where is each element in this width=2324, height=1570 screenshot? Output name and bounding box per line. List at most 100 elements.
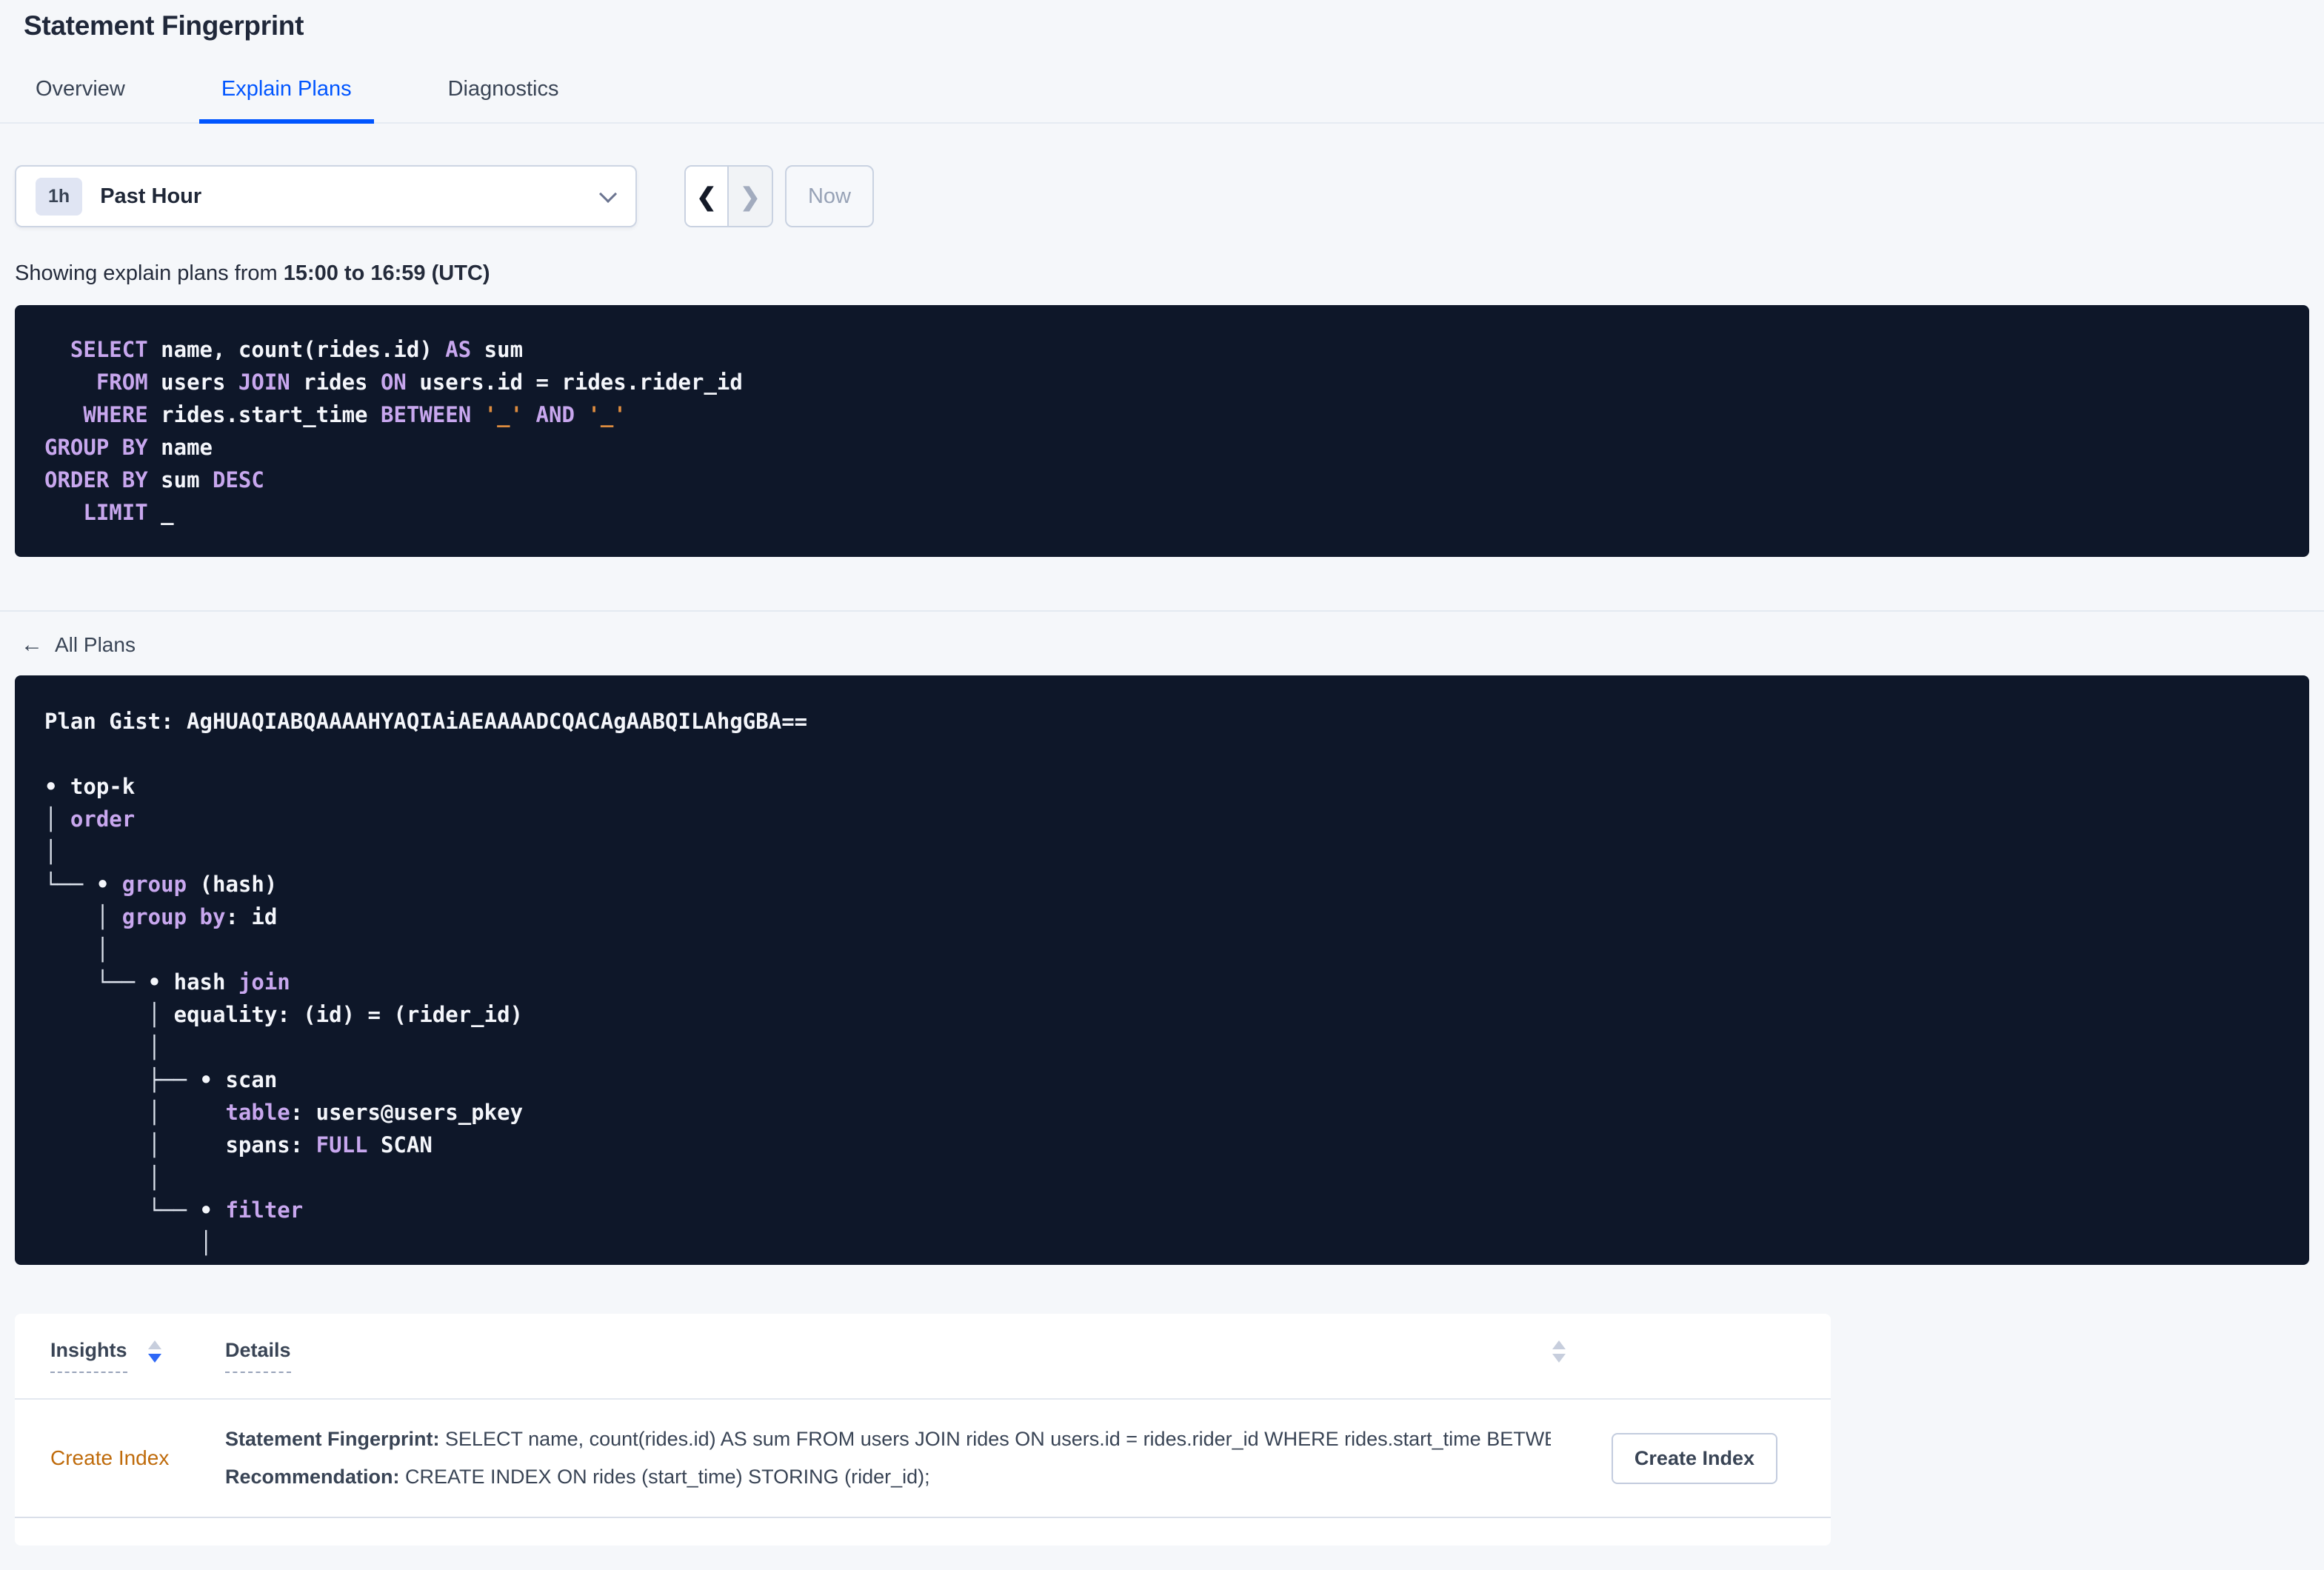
code-line: WHERE rides.start_time BETWEEN '_' AND '… <box>44 398 2280 431</box>
all-plans-label: All Plans <box>55 633 136 656</box>
time-range-badge: 1h <box>36 177 83 216</box>
code-line: Plan Gist: AgHUAQIABQAAAAHYAQIAiAEAAAADC… <box>44 705 2280 738</box>
code-token: • <box>96 872 122 897</box>
code-token: ORDER BY <box>44 467 148 492</box>
sql-statement-block: SELECT name, count(rides.id) AS sum FROM… <box>15 305 2309 557</box>
code-token: DESC <box>213 467 264 492</box>
tab-diagnostics[interactable]: Diagnostics <box>426 73 581 122</box>
table-row: Create Index Statement Fingerprint: SELE… <box>15 1400 1831 1518</box>
create-index-link[interactable]: Create Index <box>50 1446 169 1469</box>
create-index-button[interactable]: Create Index <box>1611 1432 1777 1484</box>
sort-icon[interactable] <box>1552 1340 1566 1363</box>
code-token: name <box>147 435 213 460</box>
statement-fingerprint-line: Statement Fingerprint: SELECT name, coun… <box>225 1420 1551 1458</box>
code-token: • top-k <box>44 774 136 799</box>
code-token: : users@users_pkey <box>290 1100 524 1125</box>
chevron-down-icon <box>599 184 618 203</box>
fingerprint-text: SELECT name, count(rides.id) AS sum FROM… <box>445 1428 1551 1450</box>
now-button[interactable]: Now <box>785 165 874 227</box>
code-token: └── <box>147 1197 200 1223</box>
code-token: rides <box>290 370 381 395</box>
code-token: JOIN <box>238 370 290 395</box>
tab-explain-plans[interactable]: Explain Plans <box>198 73 374 124</box>
code-token: │ <box>44 839 58 864</box>
insights-column-header[interactable]: Insights <box>50 1339 127 1373</box>
code-token: │ <box>147 1035 161 1060</box>
code-token: FULL <box>315 1132 368 1158</box>
code-token: │ <box>147 1165 161 1190</box>
code-token: WHERE <box>83 402 148 427</box>
tab-bar: Overview Explain Plans Diagnostics <box>0 73 2324 124</box>
code-token: │ <box>199 1230 213 1255</box>
code-token: '_' <box>484 402 524 427</box>
code-token: order <box>70 806 136 832</box>
code-token: AS <box>445 337 472 362</box>
code-token: group by <box>121 904 226 929</box>
plan-gist-block: Plan Gist: AgHUAQIABQAAAAHYAQIAiAEAAAADC… <box>15 675 2309 1265</box>
code-token: AND <box>535 402 575 427</box>
code-line: │ <box>44 1031 2280 1063</box>
code-line: └── • group (hash) <box>44 868 2280 901</box>
code-line: │ <box>44 1161 2280 1194</box>
code-token: users.id = rides.rider_id <box>406 370 743 395</box>
code-token: ├── <box>147 1067 200 1092</box>
code-token: • hash <box>147 969 238 995</box>
header-cell-insights: Insights <box>50 1339 225 1373</box>
page-title: Statement Fingerprint <box>24 10 304 41</box>
code-token: name, count(rides.id) <box>147 337 446 362</box>
details-column-header[interactable]: Details <box>225 1339 291 1373</box>
prev-time-button[interactable]: ❮ <box>686 167 729 226</box>
code-token: │ <box>44 806 70 832</box>
code-token: join <box>238 969 290 995</box>
code-line: ORDER BY sum DESC <box>44 464 2280 496</box>
code-token: BETWEEN <box>380 402 472 427</box>
section-divider <box>0 610 2324 612</box>
code-token: filter <box>225 1197 304 1223</box>
next-time-button[interactable]: ❯ <box>729 167 772 226</box>
code-token: └── <box>96 969 148 995</box>
code-line: FROM users JOIN rides ON users.id = ride… <box>44 366 2280 398</box>
sort-asc-icon <box>1552 1340 1566 1349</box>
code-line: LIMIT _ <box>44 496 2280 529</box>
time-range-dropdown[interactable]: 1h Past Hour <box>15 165 637 227</box>
code-token: LIMIT <box>83 500 148 525</box>
code-token: │ <box>147 1132 226 1158</box>
insights-table: Insights Details Create Index Statement … <box>15 1314 1831 1546</box>
code-token: └── <box>44 872 96 897</box>
code-token: sum <box>147 467 213 492</box>
code-line: │ spans: FULL SCAN <box>44 1129 2280 1161</box>
recommendation-label: Recommendation: <box>225 1466 406 1488</box>
code-token: equality: (id) = (rider_id) <box>173 1002 524 1027</box>
code-line: │ <box>44 933 2280 966</box>
code-line: • top-k <box>44 770 2280 803</box>
tab-overview[interactable]: Overview <box>13 73 147 122</box>
header-cell-details: Details <box>225 1339 1573 1373</box>
code-token: │ <box>96 904 122 929</box>
sort-icon[interactable] <box>147 1340 161 1363</box>
code-token: FROM <box>96 370 148 395</box>
all-plans-link[interactable]: ← All Plans <box>21 632 136 658</box>
showing-prefix: Showing explain plans from <box>15 261 284 285</box>
code-token: _ <box>147 500 174 525</box>
code-token: • <box>199 1197 226 1223</box>
code-token: rides.start_time <box>147 402 381 427</box>
code-token: users <box>147 370 238 395</box>
sort-desc-icon <box>147 1354 161 1363</box>
code-token: • scan <box>199 1067 278 1092</box>
insights-table-header: Insights Details <box>15 1314 1831 1400</box>
code-line: │ order <box>44 803 2280 835</box>
code-token: │ <box>96 937 110 962</box>
code-line: └── • hash join <box>44 966 2280 998</box>
